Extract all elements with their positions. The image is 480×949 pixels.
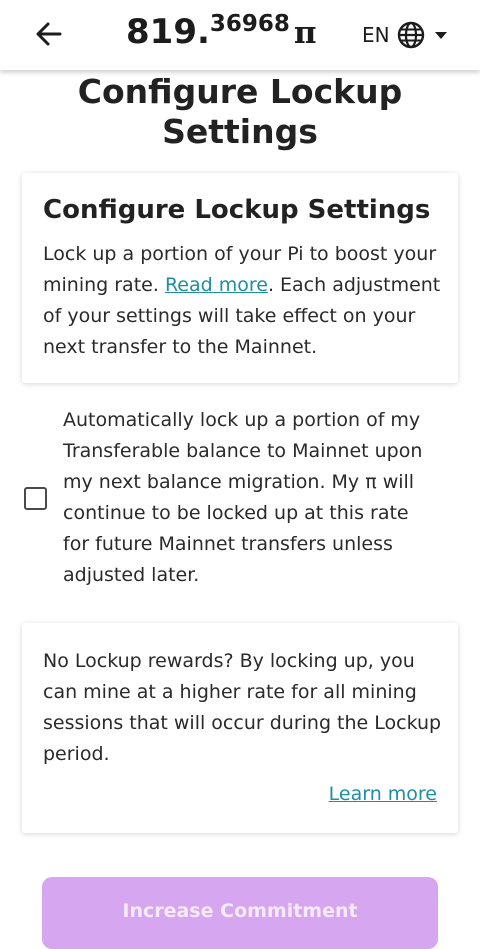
balance-integer: 819. bbox=[126, 12, 210, 52]
auto-lockup-label: Automatically lock up a portion of my Tr… bbox=[63, 409, 423, 586]
balance-fraction: 36968 bbox=[209, 11, 290, 37]
card-title: Configure Lockup Settings bbox=[43, 195, 431, 225]
page-title: Configure Lockup Settings bbox=[77, 72, 403, 151]
rewards-text: No Lockup rewards? By locking up, you ca… bbox=[43, 650, 442, 765]
pi-symbol: π bbox=[293, 15, 317, 51]
lockup-info-card: Configure Lockup Settings Lock up a port… bbox=[22, 173, 458, 383]
auto-lockup-option: Automatically lock up a portion of my Tr… bbox=[22, 405, 462, 591]
back-arrow-icon[interactable] bbox=[34, 18, 64, 50]
pi-balance: 819.36968 π bbox=[126, 11, 317, 58]
learn-more-link[interactable]: Learn more bbox=[329, 783, 437, 805]
language-code: EN bbox=[362, 23, 390, 47]
lockup-rewards-card: No Lockup rewards? By locking up, you ca… bbox=[22, 623, 458, 833]
increase-commitment-button[interactable]: Increase Commitment bbox=[42, 877, 438, 949]
language-selector[interactable]: EN bbox=[362, 19, 448, 51]
read-more-link[interactable]: Read more bbox=[165, 274, 268, 296]
globe-icon bbox=[397, 21, 424, 49]
auto-lockup-checkbox[interactable] bbox=[24, 487, 47, 510]
top-bar: 819.36968 π EN bbox=[0, 0, 480, 70]
card-description: Lock up a portion of your Pi to boost yo… bbox=[43, 239, 443, 363]
caret-down-icon bbox=[434, 32, 447, 39]
